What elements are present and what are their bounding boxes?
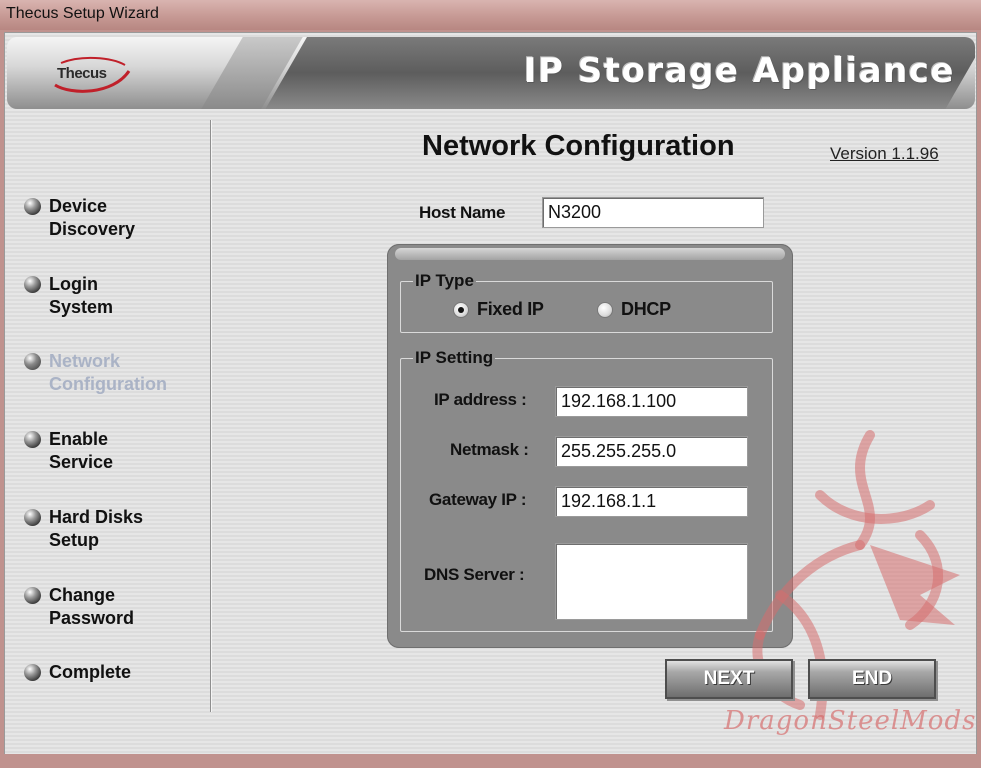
sidebar-item-device-discovery[interactable]: Device Discovery: [24, 195, 135, 241]
sidebar-item-label: Change: [49, 585, 116, 605]
window-bottom-border: [0, 754, 981, 768]
bullet-icon: [24, 587, 41, 604]
ip-address-label: IP address :: [434, 390, 527, 409]
bullet-icon: [24, 509, 41, 526]
radio-selected-dot: [458, 307, 464, 313]
ip-type-legend: IP Type: [413, 271, 476, 291]
sidebar-item-label: System: [49, 297, 114, 317]
fixed-ip-radio[interactable]: [453, 302, 469, 318]
window-titlebar: Thecus Setup Wizard: [0, 0, 981, 32]
gateway-ip-input[interactable]: 192.168.1.1: [555, 486, 748, 517]
sidebar-item-label: Network: [49, 351, 121, 371]
netmask-input[interactable]: 255.255.255.0: [555, 436, 748, 467]
sidebar-item-enable-service[interactable]: Enable Service: [24, 428, 113, 474]
window-title: Thecus Setup Wizard: [6, 5, 159, 22]
dhcp-radio[interactable]: [597, 302, 613, 318]
panel-sheen: [395, 248, 785, 260]
sidebar-item-change-password[interactable]: Change Password: [24, 584, 134, 630]
sidebar-item-label: Device: [49, 196, 108, 216]
bullet-icon: [24, 353, 41, 370]
sidebar-divider: [210, 120, 212, 712]
bullet-icon: [24, 276, 41, 293]
dns-server-textarea[interactable]: [555, 543, 748, 620]
end-button[interactable]: END: [808, 659, 936, 699]
sidebar-item-label: Discovery: [49, 219, 136, 239]
ip-address-input[interactable]: 192.168.1.100: [555, 386, 748, 417]
host-name-input[interactable]: N3200: [542, 197, 764, 228]
sidebar-item-label: Hard Disks: [49, 507, 144, 527]
banner-title: IP Storage Appliance: [523, 51, 955, 91]
ip-setting-group: IP Setting IP address : 192.168.1.100 Ne…: [400, 348, 773, 632]
sidebar-item-label: Login: [49, 274, 98, 294]
gateway-ip-label: Gateway IP :: [429, 490, 527, 509]
sidebar-item-label: Password: [49, 608, 135, 628]
dns-server-label: DNS Server :: [424, 565, 525, 584]
ip-setting-legend: IP Setting: [413, 348, 496, 368]
sidebar-item-label: Service: [49, 452, 114, 472]
thecus-logo: Thecus: [51, 55, 133, 95]
dhcp-label[interactable]: DHCP: [621, 299, 671, 320]
network-settings-panel: IP Type Fixed IP DHCP IP Setting IP addr…: [387, 244, 793, 648]
sidebar-item-label: Setup: [49, 530, 100, 550]
version-link[interactable]: Version 1.1.96: [830, 144, 939, 164]
sidebar-item-complete[interactable]: Complete: [24, 661, 131, 684]
netmask-label: Netmask :: [450, 440, 529, 459]
logo-text: Thecus: [57, 65, 107, 82]
ip-type-group: IP Type Fixed IP DHCP: [400, 271, 773, 333]
header-banner: Thecus IP Storage Appliance: [7, 37, 975, 109]
watermark-text: DragonSteelMods: [724, 706, 977, 736]
fixed-ip-label[interactable]: Fixed IP: [477, 299, 544, 320]
sidebar-item-label: Complete: [49, 662, 132, 682]
sidebar-item-hard-disks-setup[interactable]: Hard Disks Setup: [24, 506, 143, 552]
sidebar-item-login-system[interactable]: Login System: [24, 273, 113, 319]
bullet-icon: [24, 431, 41, 448]
bullet-icon: [24, 664, 41, 681]
sidebar-item-label: Configuration: [49, 374, 167, 394]
host-name-label: Host Name: [419, 203, 506, 222]
bullet-icon: [24, 198, 41, 215]
next-button[interactable]: NEXT: [665, 659, 793, 699]
sidebar-item-label: Enable: [49, 429, 109, 449]
sidebar-item-network-configuration[interactable]: Network Configuration: [24, 350, 167, 396]
page-title: Network Configuration: [422, 130, 735, 162]
